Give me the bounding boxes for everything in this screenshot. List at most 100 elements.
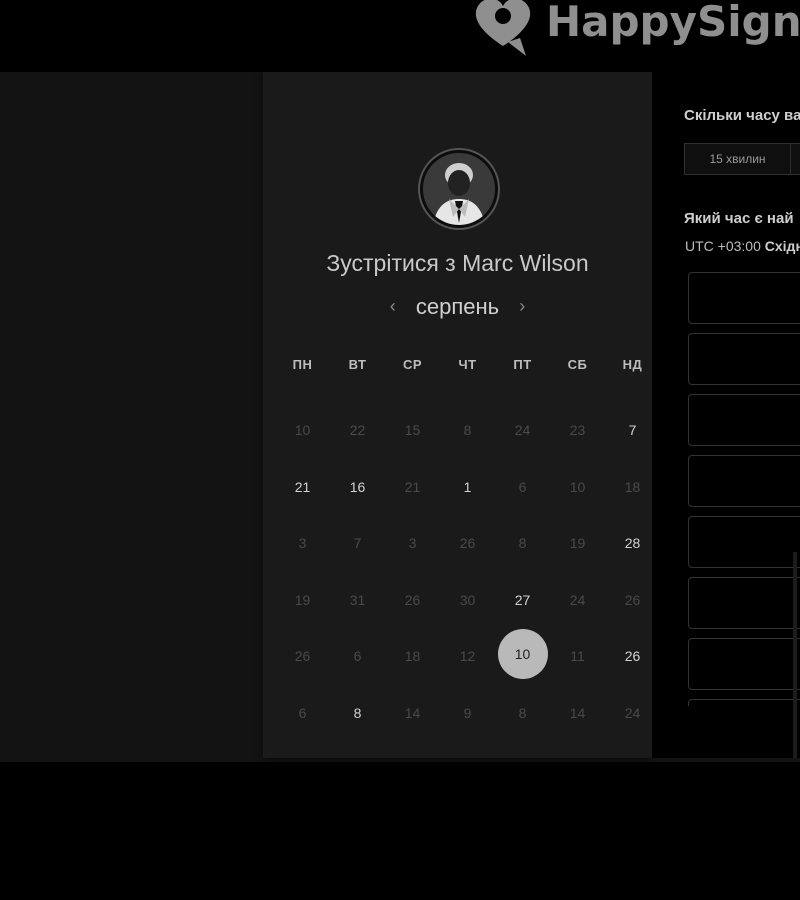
unavailable-day: 26 [624, 591, 641, 608]
next-month-button[interactable]: › [505, 296, 539, 317]
calendar-week-row: 6 8 14 9 8 14 24 [275, 685, 660, 742]
unavailable-day: 26 [294, 648, 311, 665]
timezone-offset: UTC +03:00 [685, 238, 761, 254]
weekday-label: ВТ [348, 357, 367, 372]
available-day-button[interactable]: 16 [334, 463, 382, 511]
calendar-cell: 30 [440, 572, 495, 629]
calendar-cell: 10 [275, 402, 330, 459]
calendar-cell: 16 [330, 459, 385, 516]
unavailable-day: 14 [404, 704, 421, 721]
unavailable-day: 8 [463, 422, 472, 439]
unavailable-day: 10 [569, 478, 586, 495]
calendar-cell: 19 [550, 515, 605, 572]
calendar-cell: 6 [495, 459, 550, 516]
calendar-week-row: 26 6 18 12 10 11 26 [275, 628, 660, 685]
unavailable-day: 8 [518, 535, 527, 552]
calendar-cell: 9 [440, 685, 495, 742]
unavailable-day: 6 [518, 478, 527, 495]
calendar-cell: 10 [550, 459, 605, 516]
weekday-label: ЧТ [458, 357, 477, 372]
selected-day-button[interactable]: 10 [497, 629, 548, 680]
heart-chat-icon [468, 0, 538, 56]
timezone-info: UTC +03:00 Східн [685, 238, 800, 254]
available-day-button[interactable]: 21 [279, 463, 327, 511]
weekday-label: ПН [292, 357, 313, 372]
weekday-header: ПН ВТ СР ЧТ ПТ СБ НД [275, 357, 660, 372]
unavailable-day: 26 [404, 591, 421, 608]
calendar-cell: 14 [550, 685, 605, 742]
calendar-cell: 1 [440, 459, 495, 516]
duration-options: 15 хвилин [684, 143, 800, 175]
time-slot-list[interactable] [688, 272, 800, 706]
unavailable-day: 26 [459, 535, 476, 552]
time-slot-button[interactable] [688, 638, 800, 690]
unavailable-day: 10 [294, 422, 311, 439]
available-day-button[interactable]: 26 [609, 632, 657, 680]
calendar-cell: 10 [495, 628, 550, 685]
calendar-cell: 26 [385, 572, 440, 629]
prev-month-button[interactable]: ‹ [376, 296, 410, 317]
unavailable-day: 18 [404, 648, 421, 665]
available-day-button[interactable]: 1 [444, 463, 492, 511]
month-navigation: ‹ серпень › [263, 294, 652, 320]
time-question: Який час є най [684, 210, 794, 227]
month-label: серпень [415, 294, 500, 319]
duration-option-next[interactable] [791, 143, 800, 175]
calendar-cell: 3 [385, 515, 440, 572]
calendar-week-row: 10 22 15 8 24 23 7 [275, 402, 660, 459]
available-day-button[interactable]: 28 [609, 519, 657, 567]
unavailable-day: 21 [404, 478, 421, 495]
weekday-label: СБ [567, 357, 588, 372]
weekday-label: ПТ [513, 357, 532, 372]
available-day-button[interactable]: 27 [499, 576, 547, 624]
booking-panel: Скільки часу ва 15 хвилин Який час є най… [652, 72, 800, 758]
time-slot-button[interactable] [688, 577, 800, 629]
unavailable-day: 3 [408, 535, 417, 552]
calendar-cell: 6 [275, 685, 330, 742]
calendar-cell: 21 [385, 459, 440, 516]
unavailable-day: 19 [569, 535, 586, 552]
calendar-cell: 6 [330, 628, 385, 685]
calendar-week-row: 19 31 26 30 27 24 26 [275, 572, 660, 629]
time-slot-button[interactable] [688, 333, 800, 385]
calendar-cell: 8 [495, 515, 550, 572]
unavailable-day: 11 [570, 648, 585, 665]
time-slot-button[interactable] [688, 699, 800, 706]
time-slot-button[interactable] [688, 516, 800, 568]
calendar-week-row: 3 7 3 26 8 19 28 [275, 515, 660, 572]
time-slot-button[interactable] [688, 455, 800, 507]
timezone-name[interactable]: Східн [765, 238, 800, 254]
unavailable-day: 24 [569, 591, 586, 608]
unavailable-day: 24 [514, 422, 531, 439]
calendar-cell: 11 [550, 628, 605, 685]
calendar-cell: 24 [550, 572, 605, 629]
time-slot-button[interactable] [688, 272, 800, 324]
duration-question: Скільки часу ва [684, 107, 800, 124]
weekday-label: СР [402, 357, 423, 372]
brand-logo[interactable]: HappySignals [468, 0, 800, 56]
unavailable-day: 18 [624, 478, 641, 495]
scrollbar[interactable] [793, 552, 797, 758]
unavailable-day: 30 [459, 591, 476, 608]
calendar-cell: 22 [330, 402, 385, 459]
duration-option-15[interactable]: 15 хвилин [684, 143, 791, 175]
unavailable-day: 15 [404, 422, 421, 439]
unavailable-day: 31 [349, 591, 366, 608]
time-slot-button[interactable] [688, 394, 800, 446]
calendar-cell: 31 [330, 572, 385, 629]
unavailable-day: 14 [569, 704, 586, 721]
available-day-button[interactable]: 7 [609, 406, 657, 454]
available-day-button[interactable]: 8 [334, 689, 382, 737]
calendar-cell: 3 [275, 515, 330, 572]
calendar-cell: 27 [495, 572, 550, 629]
calendar-cell: 23 [550, 402, 605, 459]
unavailable-day: 3 [298, 535, 307, 552]
calendar-cell: 18 [385, 628, 440, 685]
calendar-cell: 24 [495, 402, 550, 459]
calendar-cell: 21 [275, 459, 330, 516]
calendar-cell: 8 [330, 685, 385, 742]
calendar-cell: 26 [440, 515, 495, 572]
unavailable-day: 22 [349, 422, 366, 439]
calendar-cell: 8 [440, 402, 495, 459]
unavailable-day: 19 [294, 591, 311, 608]
